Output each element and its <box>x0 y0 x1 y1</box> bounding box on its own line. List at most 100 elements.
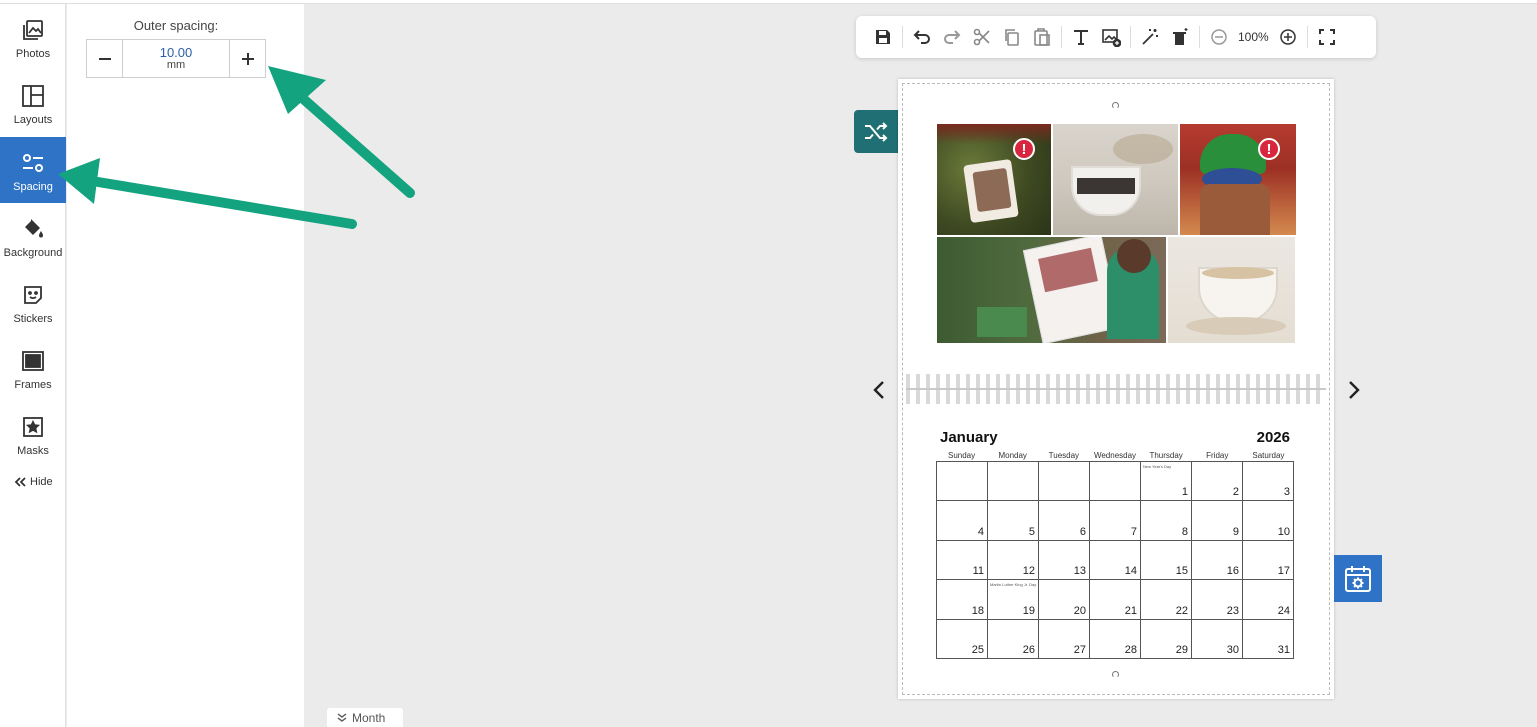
calendar-day-cell: 8 <box>1141 501 1192 541</box>
hide-panel-button[interactable]: Hide <box>14 476 53 488</box>
chevron-right-icon <box>1349 381 1360 399</box>
day-number: 20 <box>1073 604 1086 617</box>
calendar-day-cell: 20 <box>1039 580 1090 620</box>
calendar-day-cell: 12 <box>988 540 1039 581</box>
undo-button[interactable] <box>907 22 937 52</box>
increase-button[interactable] <box>229 40 265 77</box>
day-number: 15 <box>1175 565 1188 578</box>
layouts-icon <box>22 85 44 107</box>
magic-button[interactable] <box>1135 22 1165 52</box>
next-page-button[interactable] <box>1344 378 1364 402</box>
month-tab-label: Month <box>352 710 386 725</box>
zoom-out-icon <box>1211 29 1227 45</box>
calendar-day-cell: 6 <box>1039 501 1090 541</box>
calendar-day-cell: Martin Luther King Jr. Day 19 <box>988 580 1039 620</box>
frame-icon <box>22 351 44 371</box>
calendar-day-cell: 10 <box>1243 501 1294 541</box>
rail-photos[interactable]: Photos <box>0 4 66 70</box>
weekday-label: Wednesday <box>1093 451 1137 460</box>
day-number: 10 <box>1277 525 1290 538</box>
day-number: 8 <box>1181 525 1188 538</box>
redo-button[interactable] <box>937 22 967 52</box>
day-number: 4 <box>977 525 984 538</box>
sticker-icon <box>24 286 42 304</box>
paste-button[interactable] <box>1027 22 1057 52</box>
weekday-label: Thursday <box>1149 451 1183 460</box>
clear-button[interactable] <box>1165 22 1195 52</box>
rail-label: Stickers <box>13 313 53 325</box>
previous-page-button[interactable] <box>869 378 889 402</box>
calendar-day-cell: 15 <box>1141 540 1192 581</box>
mug-print <box>1077 178 1135 194</box>
add-image-button[interactable] <box>1096 22 1126 52</box>
rail-label: Background <box>3 247 63 259</box>
calendar-day-cell: 11 <box>937 540 988 581</box>
undo-icon <box>913 30 930 44</box>
weekday-label: Tuesday <box>1048 451 1080 460</box>
rail-layouts[interactable]: Layouts <box>0 70 66 136</box>
month-tab[interactable]: Month <box>327 708 403 727</box>
calendar-day-cell: 2 <box>1192 462 1243 502</box>
copy-button[interactable] <box>997 22 1027 52</box>
weekday-label: Sunday <box>948 451 976 460</box>
calendar-gear-icon <box>1345 565 1371 592</box>
zoom-out-button[interactable] <box>1204 22 1234 52</box>
day-number: 17 <box>1277 565 1290 578</box>
photo-coffee-cup[interactable] <box>1168 237 1295 343</box>
calendar-day-cell: 28 <box>1090 619 1141 659</box>
photo-calendar-reading[interactable] <box>937 237 1166 343</box>
calendar-day-cell: 27 <box>1039 619 1090 659</box>
paste-icon <box>1034 28 1050 46</box>
day-number: 22 <box>1175 604 1188 617</box>
calendar-day-cell: 14 <box>1090 540 1141 581</box>
shuffle-layout-button[interactable] <box>854 110 898 153</box>
calendar-day-cell: 13 <box>1039 540 1090 581</box>
photo-ornament[interactable] <box>937 124 1051 235</box>
holiday-label: Martin Luther King Jr. Day <box>990 582 1037 588</box>
day-number: 3 <box>1283 486 1290 499</box>
cut-button[interactable] <box>967 22 997 52</box>
rail-spacing[interactable]: Spacing <box>0 137 66 203</box>
day-number: 13 <box>1073 565 1086 578</box>
day-number: 11 <box>972 565 984 578</box>
gift-shape <box>977 307 1027 337</box>
decrease-button[interactable] <box>87 40 123 77</box>
hanging-hole-bottom <box>1112 671 1119 678</box>
rail-label: Masks <box>17 445 49 457</box>
rail-stickers[interactable]: Stickers <box>0 269 66 335</box>
day-number: 19 <box>1022 604 1035 617</box>
calendar-day-cell <box>1039 462 1090 502</box>
rail-background[interactable]: Background <box>0 203 66 269</box>
weekday-label: Monday <box>998 451 1027 460</box>
add-text-button[interactable] <box>1066 22 1096 52</box>
save-button[interactable] <box>868 22 898 52</box>
low-resolution-warning-icon[interactable]: ! <box>1258 138 1280 160</box>
day-number: 5 <box>1028 525 1035 538</box>
text-icon <box>1074 30 1088 45</box>
calendar-settings-button[interactable] <box>1334 555 1382 602</box>
photo-mama-mug[interactable] <box>1053 124 1178 235</box>
paint-bucket-icon <box>25 219 43 238</box>
spacing-unit: mm <box>166 58 186 71</box>
zoom-in-button[interactable] <box>1273 22 1303 52</box>
hide-label: Hide <box>30 476 53 488</box>
calendar-grid: New Year's Day 1 2 3 4 5 6 7 8 9 10 11 12 13 14 15 16 17 1… <box>936 461 1294 659</box>
save-icon <box>876 30 890 44</box>
calendar-day-cell: 3 <box>1243 462 1294 502</box>
fullscreen-button[interactable] <box>1312 22 1342 52</box>
rail-masks[interactable]: Masks <box>0 401 66 467</box>
low-resolution-warning-icon[interactable]: ! <box>1013 138 1035 160</box>
holiday-label: New Year's Day <box>1143 464 1172 469</box>
rail-frames[interactable]: Frames <box>0 335 66 401</box>
calendar-day-cell <box>937 462 988 502</box>
day-number: 21 <box>1124 604 1137 617</box>
outer-spacing-value[interactable]: 10.00 mm <box>123 40 229 77</box>
weekday-label: Friday <box>1206 451 1229 460</box>
zoom-in-icon <box>1279 29 1296 45</box>
day-number: 27 <box>1073 644 1086 656</box>
day-number: 31 <box>1277 644 1290 656</box>
photo-green-cap[interactable] <box>1180 124 1296 235</box>
photos-icon <box>23 20 43 40</box>
minus-icon <box>98 57 111 60</box>
mask-icon <box>23 417 43 437</box>
